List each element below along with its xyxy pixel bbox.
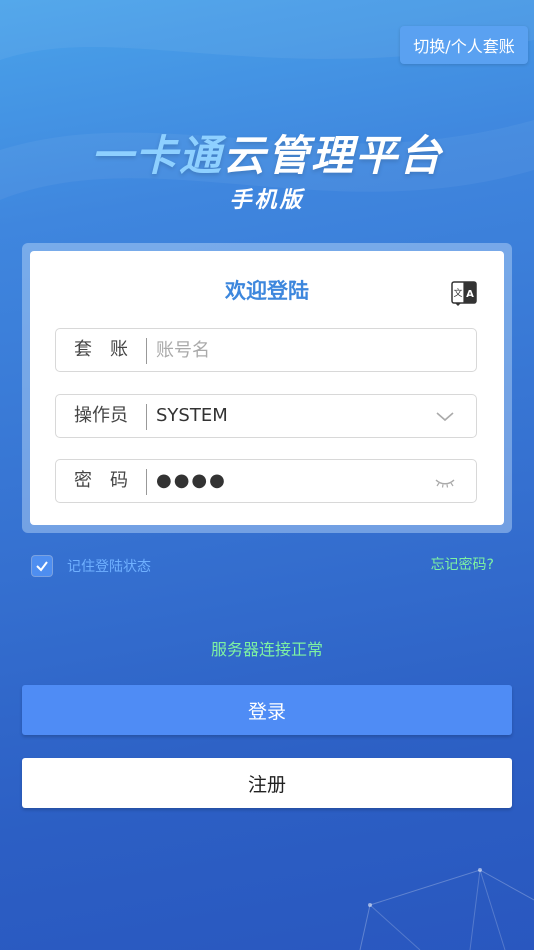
check-icon (36, 561, 48, 572)
password-field: 密 码 ●●●● (55, 459, 477, 503)
operator-field[interactable]: 操作员 SYSTEM (55, 394, 477, 438)
app-title: 一卡通云管理平台 (0, 122, 534, 183)
server-status-text: 服务器连接正常 (210, 640, 323, 659)
switch-personal-account-label: 切换/个人套账 (413, 37, 515, 56)
app-title-accent: 一卡通 (90, 131, 223, 180)
svg-text:文: 文 (453, 287, 462, 299)
account-field: 套 账 (55, 328, 477, 372)
password-input[interactable]: ●●●● (156, 460, 227, 502)
operator-label: 操作员 (74, 405, 128, 426)
login-card: 欢迎登陆 文 A 套 账 操作员 SYSTEM 密 码 ●●●● (30, 251, 504, 525)
account-input[interactable] (156, 329, 436, 371)
register-button[interactable]: 注册 (22, 758, 512, 808)
operator-select-value: SYSTEM (156, 405, 228, 426)
forgot-password-link[interactable]: 忘记密码? (431, 554, 494, 574)
chevron-down-icon[interactable] (434, 407, 456, 425)
operator-divider (146, 404, 147, 430)
svg-text:A: A (466, 289, 474, 300)
login-button-label: 登录 (247, 700, 286, 723)
password-divider (146, 469, 147, 495)
account-label: 套 账 (74, 339, 128, 360)
app-title-rest: 云管理平台 (223, 131, 444, 180)
remember-checkbox[interactable] (32, 556, 52, 576)
login-card-title: 欢迎登陆 (225, 279, 309, 303)
remember-label: 记住登陆状态 (67, 559, 151, 575)
app-subtitle: 手机版 (229, 188, 305, 213)
translate-icon[interactable]: 文 A (451, 279, 477, 307)
password-label: 密 码 (74, 470, 128, 491)
switch-personal-account-button[interactable]: 切换/个人套账 (400, 26, 528, 64)
login-button[interactable]: 登录 (22, 685, 512, 735)
register-button-label: 注册 (247, 773, 286, 796)
account-divider (146, 338, 147, 364)
eye-closed-icon[interactable] (434, 472, 456, 490)
remember-login[interactable]: 记住登陆状态 (32, 556, 151, 576)
